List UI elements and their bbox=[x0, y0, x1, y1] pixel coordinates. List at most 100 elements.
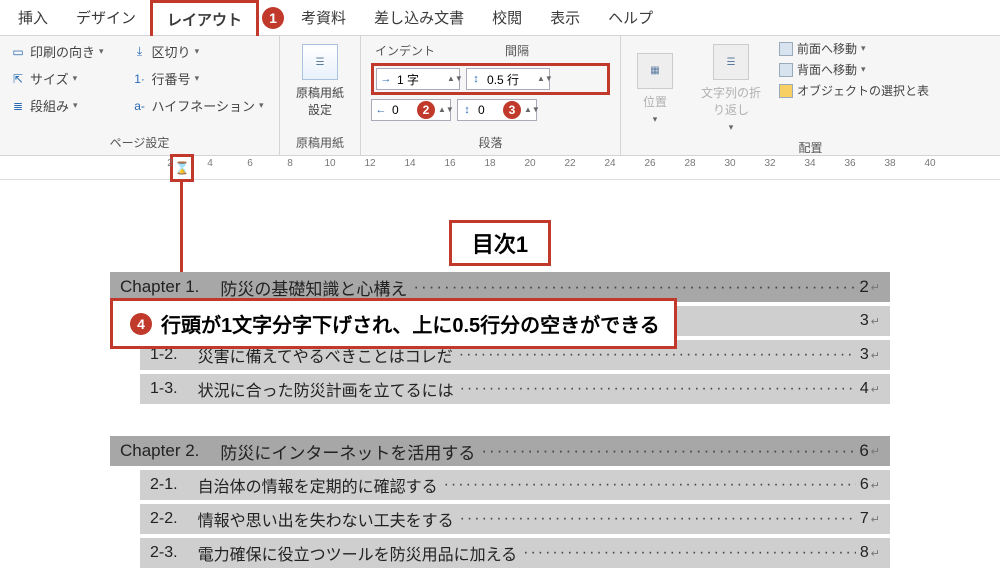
group-label-paragraph: 段落 bbox=[367, 132, 614, 153]
annotation-4: 4 行頭が1文字分字下げされ、上に0.5行分の空きができる bbox=[110, 298, 677, 349]
input-before-spacing[interactable] bbox=[485, 72, 537, 86]
ruler-tick: 28 bbox=[684, 158, 695, 169]
spinner-arrows[interactable]: ▲▼ bbox=[537, 75, 549, 83]
ruler-tick: 24 bbox=[604, 158, 615, 169]
indent-left-icon: → bbox=[377, 68, 395, 90]
chevron-down-icon: ▾ bbox=[653, 114, 658, 125]
selection-pane-icon bbox=[779, 84, 793, 98]
btn-selection-pane[interactable]: オブジェクトの選択と表 bbox=[779, 82, 929, 99]
spinner-arrows[interactable]: ▲▼ bbox=[438, 106, 450, 114]
toc-dots: ········································… bbox=[454, 380, 856, 398]
input-right-indent[interactable] bbox=[390, 103, 414, 117]
menu-insert[interactable]: 挿入 bbox=[4, 1, 62, 34]
toc-heading: 目次1 bbox=[449, 220, 551, 266]
wrap-icon: ☰ bbox=[713, 44, 749, 80]
group-label-manuscript: 原稿用紙 bbox=[286, 132, 354, 153]
ruler-tick: 12 bbox=[364, 158, 375, 169]
group-label-arrange: 配置 bbox=[627, 137, 994, 158]
group-label-page-setup: ページ設定 bbox=[6, 132, 273, 153]
toc-dots: ········································… bbox=[475, 441, 855, 461]
return-icon: ↵ bbox=[869, 547, 880, 560]
toc-lead: 1-3. bbox=[150, 380, 178, 398]
spin-right-indent[interactable]: ← 2 ▲▼ bbox=[371, 99, 451, 121]
ruler-tick: 26 bbox=[644, 158, 655, 169]
group-manuscript: ☰ 原稿用紙 設定 原稿用紙 bbox=[280, 36, 361, 155]
menu-help[interactable]: ヘルプ bbox=[594, 1, 667, 34]
toc-dots: ········································… bbox=[517, 544, 856, 562]
btn-breaks[interactable]: ⤓区切り▾ bbox=[128, 40, 268, 63]
ruler-tick: 34 bbox=[804, 158, 815, 169]
group-arrange: ▦ 位置 ▾ ☰ 文字列の折 り返し ▾ 前面へ移動▾ 背面へ移動▾ オブジェク… bbox=[621, 36, 1000, 155]
ruler-tick: 10 bbox=[324, 158, 335, 169]
toc-page: 8 bbox=[856, 544, 869, 562]
document-area: 目次1 Chapter 1. 防災の基礎知識と心構え··············… bbox=[0, 180, 1000, 568]
ruler-tick: 40 bbox=[924, 158, 935, 169]
return-icon: ↵ bbox=[869, 513, 880, 526]
return-icon: ↵ bbox=[869, 281, 880, 294]
size-icon: ⇱ bbox=[10, 71, 26, 87]
toc-heading-box: 目次1 bbox=[110, 220, 890, 266]
ruler-tick: 20 bbox=[524, 158, 535, 169]
toc-title: 情報や思い出を失わない工夫をする bbox=[182, 507, 454, 531]
chevron-down-icon: ▾ bbox=[73, 73, 78, 84]
menu-mailings[interactable]: 差し込み文書 bbox=[360, 1, 478, 34]
menu-design[interactable]: デザイン bbox=[62, 1, 150, 34]
btn-position[interactable]: ▦ 位置 ▾ bbox=[627, 40, 683, 137]
ruler-tick: 36 bbox=[844, 158, 855, 169]
btn-send-backward[interactable]: 背面へ移動▾ bbox=[779, 61, 929, 78]
spacing-after-icon: ↕ bbox=[458, 99, 476, 121]
btn-manuscript[interactable]: ☰ 原稿用紙 設定 bbox=[286, 40, 354, 122]
chevron-down-icon: ▾ bbox=[195, 46, 200, 57]
btn-columns[interactable]: ≣段組み▾ bbox=[6, 94, 108, 117]
columns-icon: ≣ bbox=[10, 98, 26, 114]
chevron-down-icon: ▾ bbox=[259, 100, 264, 111]
chevron-down-icon: ▾ bbox=[73, 100, 78, 111]
ruler-tick: 6 bbox=[247, 158, 253, 169]
toc-page: 7 bbox=[856, 510, 869, 528]
menu-layout[interactable]: レイアウト bbox=[150, 0, 259, 36]
menu-references[interactable]: 考資料 bbox=[287, 1, 360, 34]
input-left-indent[interactable] bbox=[395, 72, 447, 86]
spin-before-spacing[interactable]: ↕ ▲▼ bbox=[466, 68, 550, 90]
toc-dots: ········································… bbox=[454, 510, 856, 528]
spin-left-indent[interactable]: → ▲▼ bbox=[376, 68, 460, 90]
input-after-spacing[interactable] bbox=[476, 103, 500, 117]
menu-bar: 挿入 デザイン レイアウト 1 考資料 差し込み文書 校閲 表示 ヘルプ bbox=[0, 0, 1000, 36]
callout-4: 4 bbox=[130, 313, 152, 335]
spacing-before-icon: ↕ bbox=[467, 68, 485, 90]
chevron-down-icon: ▾ bbox=[99, 46, 104, 57]
indent-marker[interactable]: ⌛ bbox=[170, 154, 194, 182]
menu-view[interactable]: 表示 bbox=[536, 1, 594, 34]
toc-dots: ········································… bbox=[438, 476, 856, 494]
group-page-setup: ▭印刷の向き▾ ⇱サイズ▾ ≣段組み▾ ⤓区切り▾ 1·行番号▾ a-ハイフネー… bbox=[0, 36, 280, 155]
return-icon: ↵ bbox=[869, 445, 880, 458]
callout-2: 2 bbox=[417, 101, 435, 119]
btn-size[interactable]: ⇱サイズ▾ bbox=[6, 67, 108, 90]
callout-3: 3 bbox=[503, 101, 521, 119]
btn-bring-forward[interactable]: 前面へ移動▾ bbox=[779, 40, 929, 57]
menu-review[interactable]: 校閲 bbox=[478, 1, 536, 34]
toc-chapter-line: Chapter 2. 防災にインターネットを活用する··············… bbox=[110, 436, 890, 466]
ribbon: ▭印刷の向き▾ ⇱サイズ▾ ≣段組み▾ ⤓区切り▾ 1·行番号▾ a-ハイフネー… bbox=[0, 36, 1000, 156]
spinner-arrows[interactable]: ▲▼ bbox=[447, 75, 459, 83]
btn-hyphenation[interactable]: a-ハイフネーション▾ bbox=[128, 94, 268, 117]
indent-right-icon: ← bbox=[372, 99, 390, 121]
ruler-tick: 22 bbox=[564, 158, 575, 169]
return-icon: ↵ bbox=[869, 349, 880, 362]
toc-page: 3 bbox=[856, 346, 869, 364]
label-indent: インデント bbox=[375, 42, 435, 59]
ruler[interactable]: ⌛ 246810121416182022242628303234363840 bbox=[0, 156, 1000, 180]
spinner-arrows[interactable]: ▲▼ bbox=[524, 106, 536, 114]
btn-line-numbers[interactable]: 1·行番号▾ bbox=[128, 67, 268, 90]
btn-wrap[interactable]: ☰ 文字列の折 り返し ▾ bbox=[691, 40, 771, 137]
btn-orientation[interactable]: ▭印刷の向き▾ bbox=[6, 40, 108, 63]
annotation-text: 行頭が1文字分字下げされ、上に0.5行分の空きができる bbox=[161, 309, 660, 338]
toc-title: 防災にインターネットを活用する bbox=[203, 439, 475, 464]
toc-lead: Chapter 2. bbox=[120, 441, 199, 461]
toc-sub-line: 2-3. 電力確保に役立つツールを防災用品に加える···············… bbox=[140, 538, 890, 568]
ruler-tick: 14 bbox=[404, 158, 415, 169]
return-icon: ↵ bbox=[869, 479, 880, 492]
spin-after-spacing[interactable]: ↕ 3 ▲▼ bbox=[457, 99, 537, 121]
ruler-tick: 4 bbox=[207, 158, 213, 169]
chevron-down-icon: ▾ bbox=[195, 73, 200, 84]
